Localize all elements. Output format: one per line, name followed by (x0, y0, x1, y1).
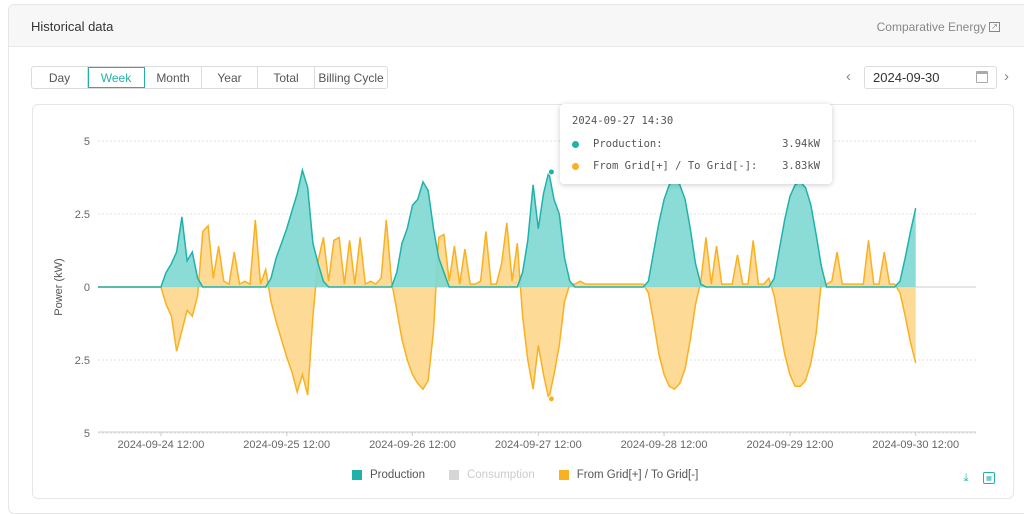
tooltip-label: Production: (593, 138, 663, 150)
chart-legend: Production Consumption From Grid[+] / To G… (352, 469, 698, 481)
grid-dot (572, 162, 579, 170)
x-tick-label: 2024-09-30 12:00 (872, 439, 959, 451)
legend-item[interactable]: Consumption (448, 469, 535, 481)
legend-swatch (448, 470, 459, 480)
tooltip-time: 2024-09-27 14:30 (572, 115, 674, 127)
tooltip-row-production: Production: 3.94kW (572, 138, 820, 150)
x-tick-label: 2024-09-26 12:00 (369, 439, 456, 451)
chart-tooltip: 2024-09-27 14:30 Production: 3.94kW From … (560, 104, 832, 184)
x-tick-label: 2024-09-29 12:00 (746, 439, 833, 451)
x-tick-label: 2024-09-25 12:00 (243, 439, 330, 451)
legend-swatch (558, 470, 569, 480)
legend-item[interactable]: Production (352, 469, 425, 481)
production-dot (572, 140, 579, 148)
y-tick-label: 5 (84, 136, 90, 148)
y-tick-label: 0 (84, 282, 90, 294)
legend-swatch (352, 470, 362, 480)
x-tick-label: 2024-09-28 12:00 (621, 439, 708, 451)
y-tick-label: 2.5 (75, 355, 90, 367)
grid-hover-point (547, 395, 555, 403)
x-tick-label: 2024-09-27 12:00 (495, 439, 582, 451)
export-excel-icon[interactable]: ▦ (983, 472, 995, 484)
legend-item[interactable]: From Grid[+] / To Grid[-] (558, 469, 699, 481)
tooltip-value: 3.94kW (782, 138, 820, 150)
y-tick-label: 2.5 (75, 209, 90, 221)
tooltip-value: 3.83kW (782, 160, 820, 172)
power-chart: 5 2.5 0 2.5 5 2024-09-24 12:00 2024-09-25 12:0… (53, 136, 976, 451)
legend-label: From Grid[+] / To Grid[-] (576, 469, 699, 481)
production-hover-point (547, 168, 555, 176)
tooltip-label: From Grid[+] / To Grid[-]: (593, 160, 758, 172)
legend-label: Production (370, 469, 425, 481)
y-tick-label: 5 (84, 428, 90, 440)
download-icon[interactable]: ⤓ (960, 472, 972, 484)
legend-label: Consumption (466, 469, 535, 481)
y-axis-label: Power (kW) (53, 258, 65, 315)
tooltip-row-grid: From Grid[+] / To Grid[-]: 3.83kW (572, 160, 820, 172)
x-tick-label: 2024-09-24 12:00 (117, 439, 204, 451)
